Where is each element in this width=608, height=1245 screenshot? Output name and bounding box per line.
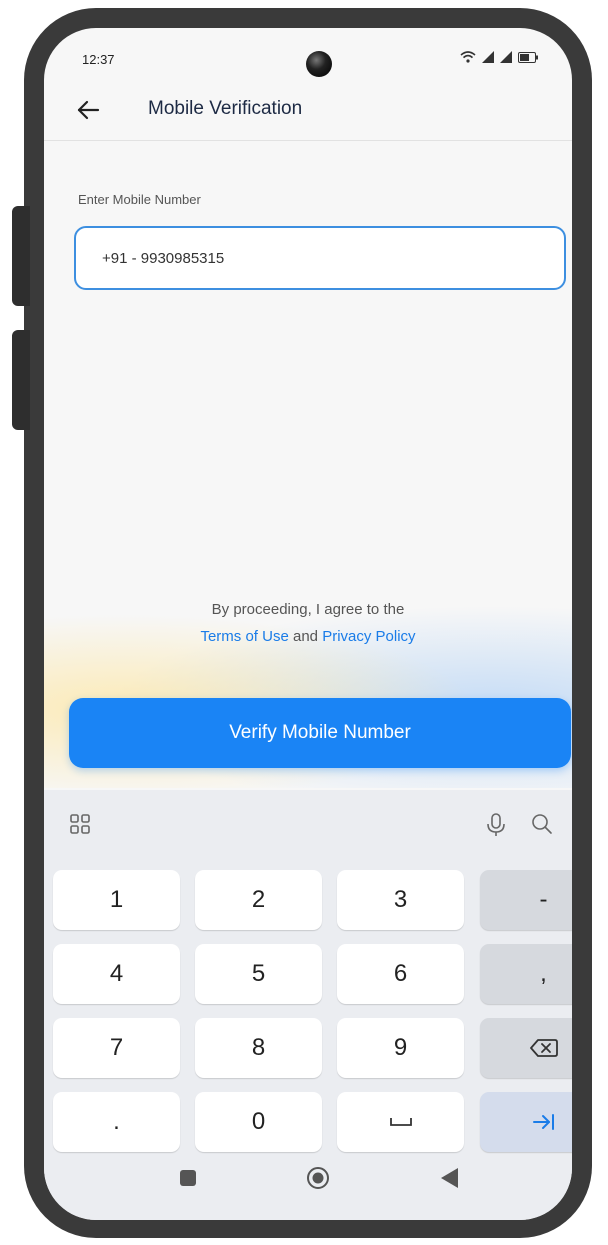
signal-icon <box>482 51 494 63</box>
volume-down-button <box>12 330 30 430</box>
home-icon[interactable] <box>306 1166 330 1190</box>
backspace-icon <box>529 1039 558 1057</box>
key-8[interactable]: 8 <box>195 1018 322 1078</box>
key-comma[interactable]: , <box>480 944 572 1004</box>
phone-screen: 12:37 Mobile Verification Enter Mobile N… <box>44 28 572 1220</box>
grid-icon[interactable] <box>68 812 92 836</box>
key-7[interactable]: 7 <box>53 1018 180 1078</box>
key-next[interactable] <box>480 1092 572 1152</box>
status-time: 12:37 <box>82 52 115 67</box>
terms-of-use-link[interactable]: Terms of Use <box>200 628 288 645</box>
battery-icon <box>518 51 538 63</box>
key-4[interactable]: 4 <box>53 944 180 1004</box>
key-dash[interactable]: - <box>480 870 572 930</box>
volume-up-button <box>12 206 30 306</box>
status-bar: 12:37 <box>44 28 572 90</box>
page-title: Mobile Verification <box>148 98 303 119</box>
mic-icon[interactable] <box>484 812 508 838</box>
key-2[interactable]: 2 <box>195 870 322 930</box>
status-icons <box>460 50 538 64</box>
navigation-bar <box>44 1150 572 1220</box>
key-9[interactable]: 9 <box>337 1018 464 1078</box>
consent-links: Terms of Use and Privacy Policy <box>44 623 572 650</box>
consent-text: By proceeding, I agree to the Terms of U… <box>44 596 572 650</box>
key-0[interactable]: 0 <box>195 1092 322 1152</box>
mobile-number-input[interactable] <box>74 226 566 290</box>
signal-icon <box>500 51 512 63</box>
wifi-icon <box>460 51 476 63</box>
key-3[interactable]: 3 <box>337 870 464 930</box>
app-bar: Mobile Verification <box>44 84 572 141</box>
keyboard-toolbar <box>44 790 572 860</box>
next-arrow-icon <box>532 1114 554 1130</box>
key-backspace[interactable] <box>480 1018 572 1078</box>
key-1[interactable]: 1 <box>53 870 180 930</box>
key-6[interactable]: 6 <box>337 944 464 1004</box>
nav-back-icon[interactable] <box>438 1166 460 1190</box>
mobile-number-label: Enter Mobile Number <box>78 192 201 207</box>
consent-line: By proceeding, I agree to the <box>211 601 405 618</box>
recents-icon[interactable] <box>180 1170 196 1186</box>
key-space[interactable] <box>337 1092 464 1152</box>
privacy-policy-link[interactable]: Privacy Policy <box>322 628 415 645</box>
space-icon <box>389 1118 412 1126</box>
search-icon[interactable] <box>530 812 554 836</box>
key-dot[interactable]: . <box>53 1092 180 1152</box>
numeric-keyboard: 1 2 3 - 4 5 6 , 7 8 9 . 0 <box>44 790 572 1220</box>
back-arrow-icon[interactable] <box>72 94 104 126</box>
consent-and: and <box>292 628 319 645</box>
verify-mobile-number-button[interactable]: Verify Mobile Number <box>69 698 571 768</box>
key-5[interactable]: 5 <box>195 944 322 1004</box>
front-camera <box>306 51 332 77</box>
